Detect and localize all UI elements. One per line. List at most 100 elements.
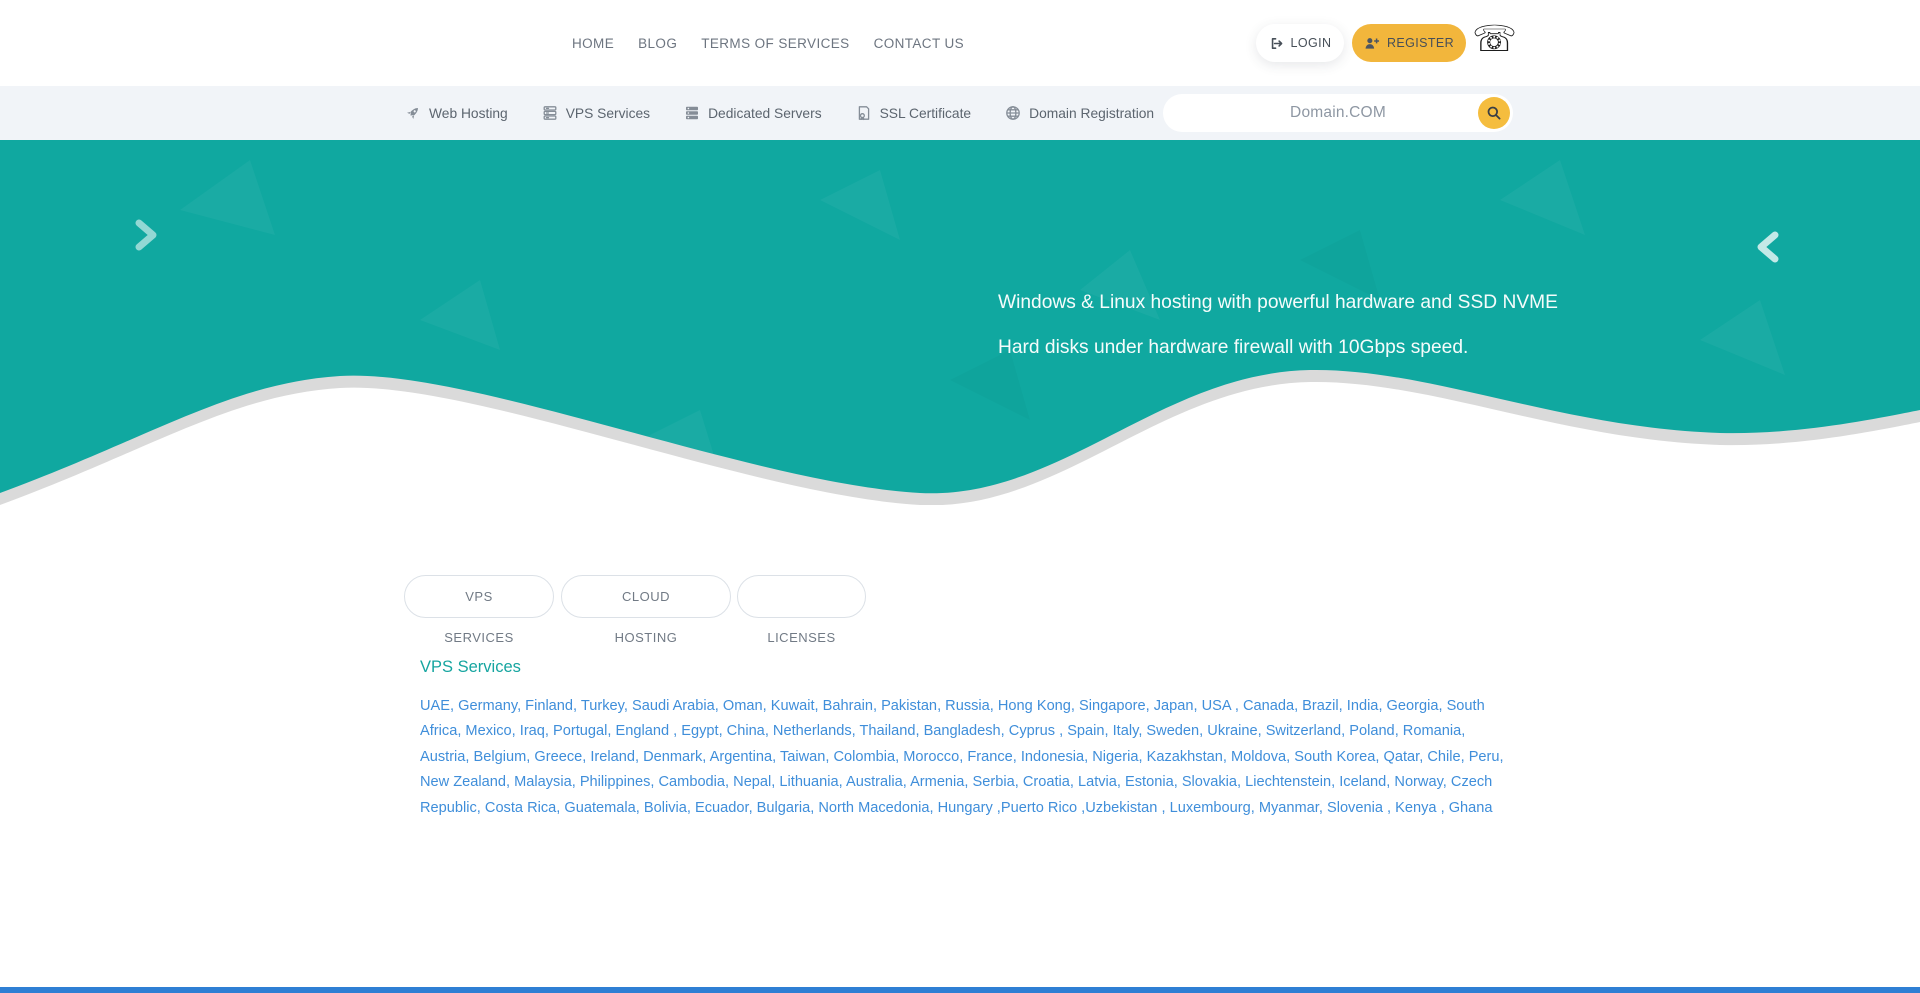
country-link[interactable]: Kenya xyxy=(1395,800,1436,816)
country-link[interactable]: Norway xyxy=(1394,774,1442,790)
country-link[interactable]: Bangladesh xyxy=(924,723,1001,739)
country-link[interactable]: Singapore xyxy=(1079,698,1146,714)
country-link[interactable]: Ireland xyxy=(590,749,635,765)
nav-terms-of-services[interactable]: TERMS OF SERVICES xyxy=(701,36,849,51)
country-link[interactable]: South Korea xyxy=(1294,749,1375,765)
country-link[interactable]: Thailand xyxy=(859,723,915,739)
country-link[interactable]: Cyprus xyxy=(1009,723,1055,739)
login-button[interactable]: LOGIN xyxy=(1256,24,1344,62)
country-link[interactable]: Estonia xyxy=(1125,774,1174,790)
country-link[interactable]: Ecuador xyxy=(695,800,749,816)
country-link[interactable]: Switzerland xyxy=(1266,723,1341,739)
country-link[interactable]: Chile xyxy=(1427,749,1460,765)
country-link[interactable]: UAE xyxy=(420,698,450,714)
country-link[interactable]: Armenia xyxy=(910,774,964,790)
country-link[interactable]: Finland xyxy=(525,698,573,714)
country-link[interactable]: Netherlands xyxy=(773,723,852,739)
country-link[interactable]: Slovenia xyxy=(1327,800,1383,816)
country-link[interactable]: Indonesia xyxy=(1021,749,1084,765)
country-link[interactable]: Russia xyxy=(945,698,990,714)
country-link[interactable]: Japan xyxy=(1154,698,1194,714)
country-link[interactable]: Taiwan xyxy=(780,749,825,765)
country-link[interactable]: Italy xyxy=(1113,723,1139,739)
country-link[interactable]: Saudi Arabia xyxy=(632,698,715,714)
country-link[interactable]: Denmark xyxy=(643,749,702,765)
country-link[interactable]: Ukraine xyxy=(1207,723,1257,739)
country-link[interactable]: Serbia xyxy=(973,774,1015,790)
carousel-prev-button[interactable] xyxy=(128,216,162,257)
country-link[interactable]: Oman xyxy=(723,698,763,714)
domain-search-input[interactable] xyxy=(1163,94,1513,132)
country-link[interactable]: Puerto Rico xyxy=(1001,800,1077,816)
country-link[interactable]: Bolivia xyxy=(644,800,687,816)
country-link[interactable]: Argentina xyxy=(710,749,772,765)
country-link[interactable]: Pakistan xyxy=(881,698,937,714)
country-link[interactable]: Hungary xyxy=(938,800,993,816)
country-link[interactable]: Slovakia xyxy=(1182,774,1237,790)
tab-vps-services[interactable]: VPS SERVICES xyxy=(404,575,554,645)
country-link[interactable]: Cambodia xyxy=(659,774,726,790)
country-link[interactable]: Kuwait xyxy=(771,698,815,714)
country-link[interactable]: Latvia xyxy=(1078,774,1117,790)
country-link[interactable]: Malaysia xyxy=(514,774,572,790)
country-link[interactable]: Lithuania xyxy=(779,774,838,790)
country-link[interactable]: Hong Kong xyxy=(998,698,1071,714)
country-link[interactable]: Costa Rica xyxy=(485,800,556,816)
register-button[interactable]: REGISTER xyxy=(1352,24,1466,62)
country-link[interactable]: Morocco xyxy=(903,749,959,765)
country-link[interactable]: Philippines xyxy=(580,774,651,790)
country-link[interactable]: England xyxy=(616,723,670,739)
country-link[interactable]: Georgia xyxy=(1387,698,1439,714)
country-link[interactable]: Sweden xyxy=(1146,723,1199,739)
nav-contact-us[interactable]: CONTACT US xyxy=(874,36,965,51)
country-link[interactable]: Belgium xyxy=(474,749,527,765)
country-link[interactable]: New Zealand xyxy=(420,774,506,790)
country-link[interactable]: Turkey xyxy=(581,698,624,714)
country-link[interactable]: Nigeria xyxy=(1092,749,1138,765)
phone-icon[interactable]: ☏ xyxy=(1472,16,1517,62)
country-link[interactable]: Spain xyxy=(1067,723,1104,739)
country-link[interactable]: Nepal xyxy=(733,774,771,790)
country-link[interactable]: Moldova xyxy=(1231,749,1286,765)
country-link[interactable]: Romania xyxy=(1403,723,1461,739)
country-link[interactable]: Austria xyxy=(420,749,465,765)
country-link[interactable]: Australia xyxy=(846,774,903,790)
nav-home[interactable]: HOME xyxy=(572,36,614,51)
country-link[interactable]: Ghana xyxy=(1449,800,1493,816)
country-link[interactable]: Guatemala xyxy=(564,800,635,816)
nav-blog[interactable]: BLOG xyxy=(638,36,677,51)
country-link[interactable]: North Macedonia xyxy=(818,800,929,816)
country-link[interactable]: Portugal xyxy=(553,723,607,739)
country-link[interactable]: Peru xyxy=(1469,749,1500,765)
country-link[interactable]: France xyxy=(967,749,1012,765)
country-link[interactable]: Uzbekistan xyxy=(1085,800,1157,816)
country-link[interactable]: Canada xyxy=(1243,698,1294,714)
country-link[interactable]: USA xyxy=(1202,698,1231,714)
country-link[interactable]: Croatia xyxy=(1023,774,1070,790)
menu-dedicated-servers[interactable]: Dedicated Servers xyxy=(684,105,822,121)
country-link[interactable]: Mexico xyxy=(465,723,511,739)
country-link[interactable]: Brazil xyxy=(1302,698,1339,714)
country-link[interactable]: India xyxy=(1347,698,1379,714)
country-link[interactable]: Bulgaria xyxy=(757,800,811,816)
country-link[interactable]: China xyxy=(727,723,765,739)
menu-vps-services[interactable]: VPS Services xyxy=(542,105,650,121)
menu-ssl-certificate[interactable]: SSL Certificate xyxy=(856,105,972,121)
country-link[interactable]: Kazakhstan xyxy=(1147,749,1223,765)
carousel-next-button[interactable] xyxy=(1752,228,1786,269)
country-link[interactable]: Greece xyxy=(534,749,582,765)
tab-licenses[interactable]: LICENSES xyxy=(737,575,866,645)
tab-cloud-hosting[interactable]: CLOUD HOSTING xyxy=(561,575,731,645)
country-link[interactable]: Iceland xyxy=(1339,774,1386,790)
country-link[interactable]: Egypt xyxy=(681,723,718,739)
menu-web-hosting[interactable]: Web Hosting xyxy=(405,105,508,121)
menu-domain-registration[interactable]: Domain Registration xyxy=(1005,105,1154,121)
country-link[interactable]: Myanmar xyxy=(1259,800,1319,816)
country-link[interactable]: Iraq xyxy=(520,723,545,739)
country-link[interactable]: Bahrain xyxy=(823,698,873,714)
country-link[interactable]: Luxembourg xyxy=(1170,800,1251,816)
country-link[interactable]: Qatar xyxy=(1384,749,1420,765)
country-link[interactable]: Colombia xyxy=(833,749,895,765)
country-link[interactable]: Germany xyxy=(458,698,517,714)
country-link[interactable]: Liechtenstein xyxy=(1245,774,1331,790)
